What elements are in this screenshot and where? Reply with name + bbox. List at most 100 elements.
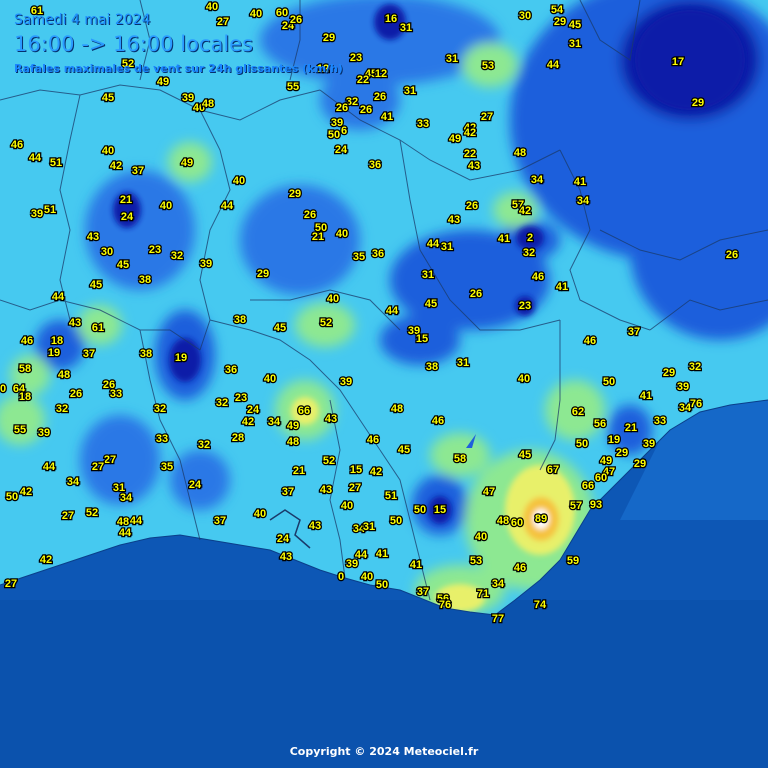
station-gust-label: 39 (346, 558, 358, 570)
station-gust-label: 26 (466, 200, 478, 212)
station-gust-label: 37 (132, 165, 144, 177)
station-gust-label: 60 (511, 517, 523, 529)
station-gust-label: 39 (31, 208, 43, 220)
station-gust-label: 46 (432, 415, 444, 427)
station-gust-label: 60 (276, 7, 288, 19)
station-gust-label: 55 (287, 81, 299, 93)
station-gust-label: 32 (523, 247, 535, 259)
station-gust-label: 51 (44, 204, 56, 216)
station-gust-label: 23 (235, 392, 247, 404)
station-gust-label: 24 (335, 144, 348, 156)
weather-map: 61 40 27 40 60 24 26 16 31 30 54 29 45 17 29 23 31 31 53 44… (0, 0, 768, 768)
station-gust-label: 46 (584, 335, 596, 347)
station-gust-label: 21 (312, 231, 324, 243)
station-gust-label: 26 (726, 249, 738, 261)
station-gust-label: 41 (381, 111, 393, 123)
station-gust-label: 34 (577, 195, 590, 207)
station-gust-label: 48 (497, 515, 509, 527)
station-gust-label: 40 (254, 508, 266, 520)
station-gust-label: 42 (242, 416, 254, 428)
station-gust-label: 45 (117, 259, 129, 271)
station-gust-label: 41 (574, 176, 586, 188)
copyright-notice: Copyright © 2024 Meteociel.fr (289, 745, 479, 758)
station-gust-label: 32 (689, 361, 701, 373)
station-gust-label: 44 (386, 305, 399, 317)
station-gust-label: 40 (250, 8, 262, 20)
station-gust-label: 15 (434, 504, 446, 516)
station-gust-label: 37 (628, 326, 640, 338)
station-gust-label: 39 (677, 381, 689, 393)
station-gust-label: 39 (200, 258, 212, 270)
station-gust-label: 40 (206, 1, 218, 13)
station-gust-label: 21 (293, 465, 305, 477)
station-gust-label: 57 (570, 500, 582, 512)
deep-sea-gradient (0, 600, 768, 768)
station-gust-label: 93 (590, 499, 602, 511)
station-gust-label: 40 (327, 293, 339, 305)
station-gust-label: 44 (119, 527, 132, 539)
station-gust-label: 26 (336, 102, 348, 114)
station-gust-label: 27 (62, 510, 74, 522)
station-gust-label: 47 (483, 486, 495, 498)
station-gust-label: 39 (643, 438, 655, 450)
station-gust-label: 40 (336, 228, 348, 240)
station-gust-label: 45 (274, 322, 286, 334)
wind-gust-map: 61 402740 602426 163130 5429 45172923313153 44… (0, 0, 768, 768)
station-gust-label: 55 (14, 424, 26, 436)
station-gust-label: 45 (519, 449, 531, 461)
station-gust-label: 36 (369, 159, 381, 171)
station-gust-label: 35 (353, 251, 365, 263)
station-gust-label: 38 (139, 274, 151, 286)
station-gust-label: 41 (640, 390, 652, 402)
station-gust-label: 29 (289, 188, 301, 200)
date-title: Samedi 4 mai 2024 (14, 12, 151, 28)
station-gust-label: 38 (426, 361, 438, 373)
station-gust-label: 44 (547, 59, 560, 71)
station-gust-label: 19 (608, 434, 620, 446)
station-gust-label: 30 (519, 10, 531, 22)
station-gust-label: 76 (439, 599, 451, 611)
station-gust-label: 43 (325, 413, 337, 425)
station-gust-label: 46 (514, 562, 526, 574)
station-gust-label: 0 (0, 383, 6, 395)
station-gust-label: 31 (422, 269, 434, 281)
station-gust-label: 37 (214, 515, 226, 527)
station-gust-label: 30 (101, 246, 113, 258)
station-gust-label: 33 (417, 118, 429, 130)
station-gust-label: 40 (233, 175, 245, 187)
station-gust-label: 17 (672, 56, 684, 68)
station-gust-label: 44 (221, 200, 234, 212)
station-gust-label: 34 (120, 492, 133, 504)
station-gust-label: 15 (350, 464, 362, 476)
station-gust-label: 53 (470, 555, 482, 567)
station-gust-label: 48 (514, 147, 526, 159)
station-gust-label: 26 (374, 91, 386, 103)
station-gust-label: 45 (569, 19, 581, 31)
station-gust-label: 56 (594, 418, 606, 430)
station-gust-label: 45 (102, 92, 114, 104)
station-gust-label: 58 (454, 453, 466, 465)
station-gust-label: 31 (400, 22, 412, 34)
station-gust-label: 62 (572, 406, 584, 418)
station-gust-label: 66 (298, 405, 310, 417)
station-gust-label: 31 (363, 521, 375, 533)
station-gust-label: 41 (498, 233, 510, 245)
station-gust-label: 31 (441, 241, 453, 253)
station-gust-label: 42 (40, 554, 52, 566)
station-gust-label: 50 (6, 491, 18, 503)
station-gust-label: 89 (535, 513, 547, 525)
station-gust-label: 19 (48, 347, 60, 359)
station-gust-label: 26 (360, 104, 372, 116)
station-gust-label: 33 (156, 433, 168, 445)
station-gust-label: 21 (625, 422, 637, 434)
station-gust-label: 31 (446, 53, 458, 65)
station-gust-label: 26 (470, 288, 482, 300)
station-gust-label: 53 (482, 60, 494, 72)
station-gust-label: 32 (171, 250, 183, 262)
station-gust-label: 50 (414, 504, 426, 516)
station-gust-label: 27 (92, 461, 104, 473)
station-gust-label: 52 (320, 317, 332, 329)
station-gust-label: 40 (160, 200, 172, 212)
station-gust-label: 40 (264, 373, 276, 385)
station-gust-label: 32 (154, 403, 166, 415)
